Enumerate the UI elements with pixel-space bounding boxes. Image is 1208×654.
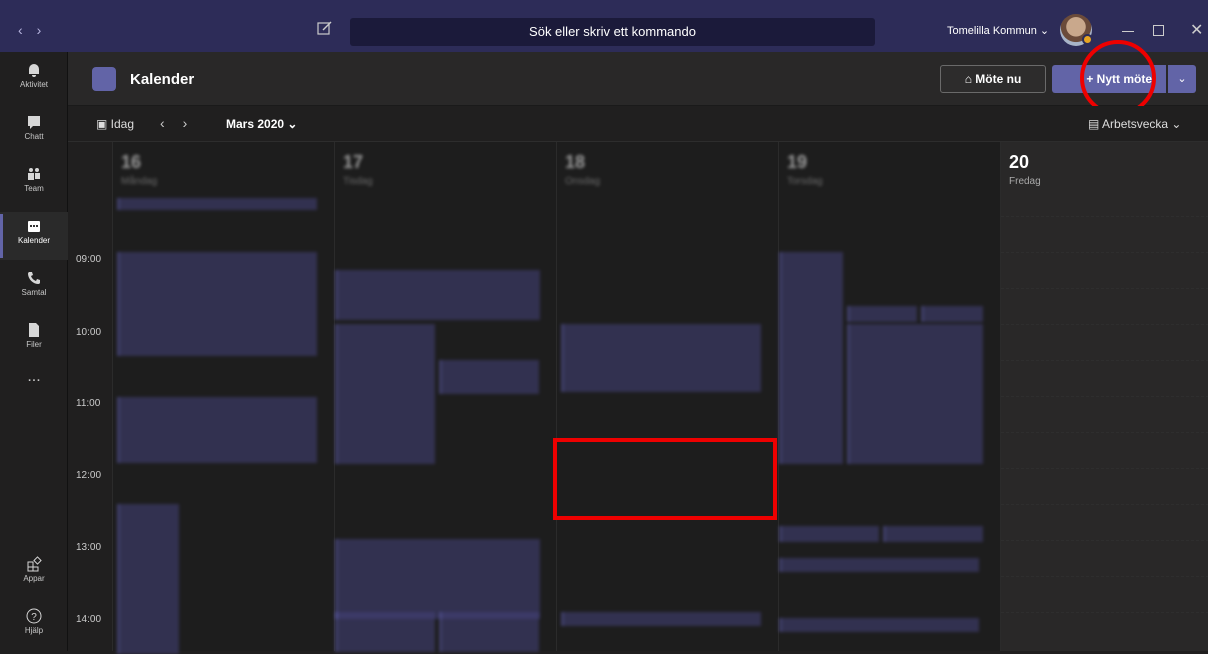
hour-line — [1001, 540, 1208, 541]
highlight-circle — [1080, 40, 1156, 116]
search-input[interactable]: Sök eller skriv ett kommando — [350, 18, 875, 46]
calendar-event[interactable] — [921, 306, 983, 322]
status-away-icon — [1082, 34, 1093, 45]
calendar-event[interactable] — [847, 324, 983, 464]
minimize-icon[interactable] — [1122, 31, 1134, 32]
calendar-icon — [28, 221, 40, 232]
hour-line — [1001, 324, 1208, 325]
hour-line — [1001, 288, 1208, 289]
calendar-event[interactable] — [117, 504, 179, 654]
calendar-app-icon — [92, 67, 116, 91]
time-label: 09:00 — [76, 254, 102, 265]
month-picker[interactable]: Mars 2020 ⌄ — [226, 117, 297, 131]
rail-item-calls[interactable]: Samtal — [0, 264, 68, 312]
calendar-event[interactable] — [335, 539, 540, 619]
calendar-event[interactable] — [117, 252, 317, 356]
day-column[interactable]: 16 Måndag — [112, 142, 334, 654]
highlight-rectangle — [553, 438, 777, 520]
calendar-event[interactable] — [561, 324, 761, 392]
today-button[interactable]: ▣ Idag — [96, 117, 134, 131]
svg-text:?: ? — [31, 612, 37, 623]
chat-icon — [28, 116, 40, 129]
hour-line — [1001, 252, 1208, 253]
close-icon[interactable]: ✕ — [1190, 20, 1203, 40]
teams-icon — [28, 168, 40, 180]
day-number: 20 — [1009, 152, 1030, 172]
file-icon — [29, 323, 39, 337]
calendar-header: Kalender ⌂ Möte nu + Nytt möte ⌄ — [68, 52, 1208, 106]
calendar-grid: 09:00 10:00 11:00 12:00 13:00 14:00 16 M… — [68, 142, 1208, 654]
title-bar: ‹› Sök eller skriv ett kommando Tomelill… — [0, 0, 1208, 52]
rail-item-apps[interactable]: Appar — [0, 550, 68, 598]
time-label: 11:00 — [76, 398, 101, 409]
app-rail: Aktivitet Chatt Team Kalender Samtal Fil… — [0, 52, 68, 651]
rail-item-help[interactable]: ? Hjälp — [0, 602, 68, 650]
rail-item-activity[interactable]: Aktivitet — [0, 56, 68, 104]
hour-line — [1001, 432, 1208, 433]
help-icon: ? — [26, 608, 42, 624]
maximize-icon[interactable] — [1153, 25, 1164, 36]
period-nav[interactable]: ‹› — [160, 115, 205, 131]
more-icon: ... — [27, 368, 41, 385]
calendar-toolbar: ▣ Idag ‹› Mars 2020 ⌄ ▤ Arbetsvecka ⌄ — [68, 106, 1208, 142]
bell-icon — [29, 64, 39, 77]
page-title: Kalender — [130, 71, 195, 88]
calendar-event[interactable] — [779, 526, 879, 542]
calendar-event[interactable] — [779, 618, 979, 632]
calendar-today-icon: ▣ — [96, 117, 111, 131]
hour-line — [1001, 504, 1208, 505]
calendar-event[interactable] — [335, 270, 540, 320]
time-label: 10:00 — [76, 327, 102, 338]
calendar-event[interactable] — [117, 397, 317, 463]
calendar-event[interactable] — [439, 612, 539, 652]
hour-line — [1001, 216, 1208, 217]
more-apps-button[interactable]: ... — [0, 364, 68, 412]
time-label: 13:00 — [76, 542, 102, 553]
calendar-event[interactable] — [561, 612, 761, 626]
rail-item-files[interactable]: Filer — [0, 316, 68, 364]
calendar-event[interactable] — [439, 360, 539, 394]
apps-icon — [27, 556, 42, 572]
meet-now-button[interactable]: ⌂ Möte nu — [940, 65, 1046, 93]
calendar-event[interactable] — [779, 252, 843, 464]
hour-line — [1001, 360, 1208, 361]
rail-item-teams[interactable]: Team — [0, 160, 68, 208]
rail-item-calendar[interactable]: Kalender — [0, 212, 68, 260]
video-icon: ⌂ — [964, 72, 976, 86]
hour-line — [1001, 612, 1208, 613]
calendar-event[interactable] — [883, 526, 983, 542]
org-switcher[interactable]: Tomelilla Kommun ⌄ — [947, 24, 1049, 37]
time-label: 12:00 — [76, 470, 102, 481]
compose-icon[interactable] — [317, 20, 333, 36]
calendar-event[interactable] — [335, 324, 435, 464]
day-column[interactable]: 20 Fredag — [1000, 142, 1208, 651]
time-column: 09:00 10:00 11:00 12:00 13:00 14:00 — [68, 142, 112, 651]
day-column[interactable]: 19 Torsdag — [778, 142, 1000, 651]
day-column[interactable]: 17 Tisdag — [334, 142, 556, 652]
calendar-event[interactable] — [117, 198, 317, 210]
phone-icon — [27, 272, 40, 285]
time-label: 14:00 — [76, 614, 102, 625]
calendar-view-icon: ▤ — [1088, 117, 1103, 131]
history-nav[interactable]: ‹› — [18, 22, 55, 38]
hour-line — [1001, 576, 1208, 577]
day-column[interactable]: 18 Onsdag — [556, 142, 778, 651]
rail-item-chat[interactable]: Chatt — [0, 108, 68, 156]
hour-line — [1001, 396, 1208, 397]
calendar-event[interactable] — [335, 612, 435, 652]
calendar-event[interactable] — [847, 306, 917, 322]
day-name: Fredag — [1009, 176, 1041, 187]
calendar-event[interactable] — [779, 558, 979, 572]
new-meeting-dropdown[interactable]: ⌄ — [1168, 65, 1196, 93]
hour-line — [1001, 468, 1208, 469]
view-selector[interactable]: ▤ Arbetsvecka ⌄ — [1088, 117, 1181, 131]
